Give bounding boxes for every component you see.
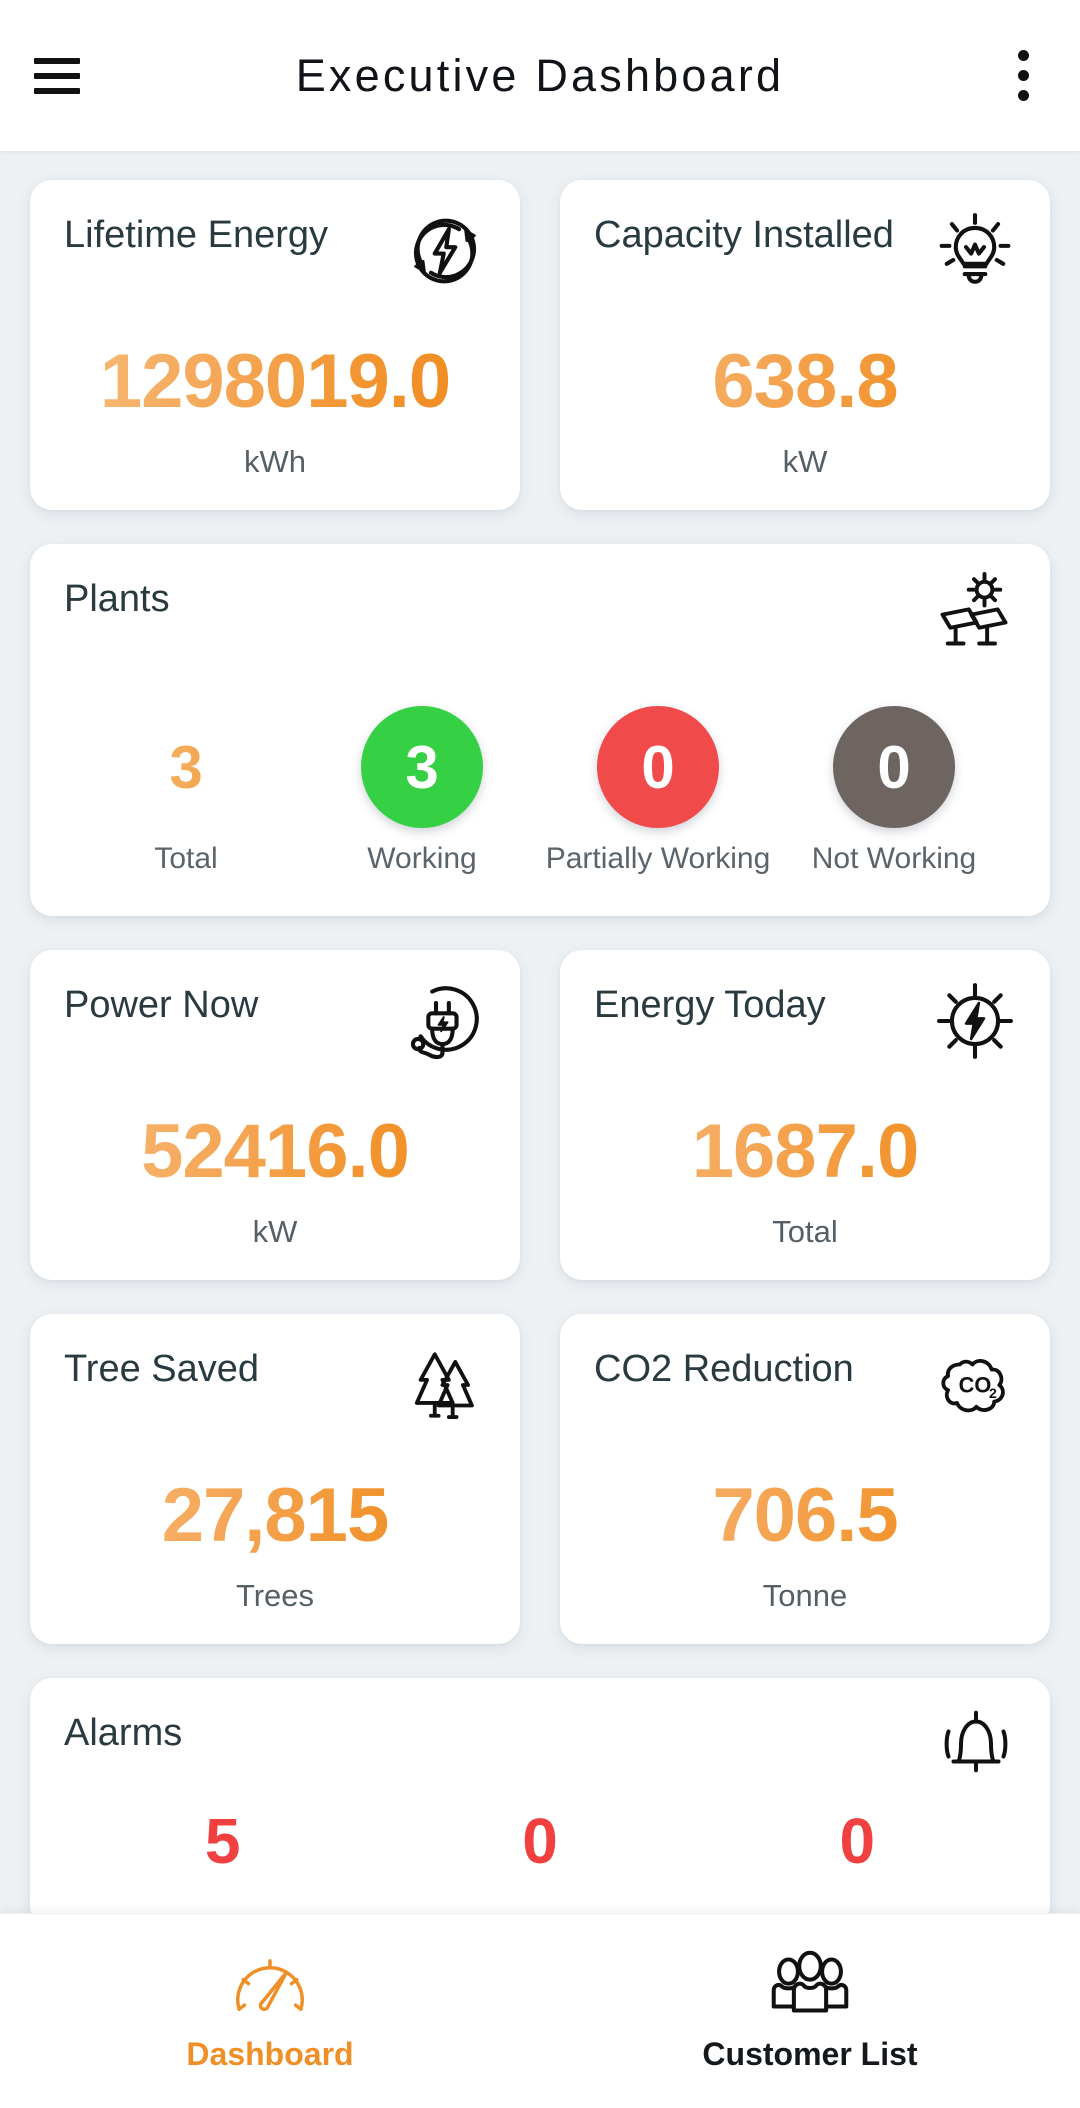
plants-stat-label: Working bbox=[367, 842, 477, 875]
plants-row: Plants 3 Total 3 Working 0 Partially Wor… bbox=[30, 544, 1050, 916]
card-header: Capacity Installed bbox=[594, 213, 1016, 292]
card-title: Tree Saved bbox=[64, 1348, 260, 1390]
card-value: 52416.0 bbox=[64, 1114, 486, 1190]
plants-stat-partially-working[interactable]: 0 Partially Working bbox=[540, 706, 776, 876]
nav-item-dashboard[interactable]: Dashboard bbox=[0, 1914, 540, 2108]
plants-stat-value: 0 bbox=[833, 706, 955, 828]
energy-bolt-cycle-icon bbox=[404, 210, 486, 292]
metric-row-1: Lifetime Energy 1298019.0 kWh Capacity I… bbox=[30, 180, 1050, 510]
card-header: Tree Saved bbox=[64, 1348, 486, 1426]
plants-stats: 3 Total 3 Working 0 Partially Working 0 … bbox=[64, 706, 1016, 882]
card-unit: kW bbox=[252, 1214, 298, 1249]
card-value: 1298019.0 bbox=[64, 344, 486, 420]
co2-cloud-icon: CO 2 bbox=[934, 1344, 1016, 1426]
app-header: Executive Dashboard bbox=[0, 0, 1080, 152]
bottom-navigation: Dashboard Customer List bbox=[0, 1913, 1080, 2108]
card-tree-saved[interactable]: Tree Saved 27,815 Trees bbox=[30, 1314, 520, 1644]
metric-row-3: Tree Saved 27,815 Trees CO2 Reduction CO… bbox=[30, 1314, 1050, 1644]
solar-panel-sun-icon bbox=[932, 570, 1016, 654]
dashboard-scroll-area[interactable]: Lifetime Energy 1298019.0 kWh Capacity I… bbox=[0, 152, 1080, 2108]
pine-trees-icon bbox=[404, 1344, 486, 1426]
app-root: Executive Dashboard Lifetime Energy 1298… bbox=[0, 0, 1080, 2108]
nav-label-customer-list: Customer List bbox=[702, 2035, 918, 2072]
card-value: 1687.0 bbox=[594, 1114, 1016, 1190]
power-plug-icon bbox=[404, 980, 486, 1062]
kebab-menu-icon[interactable] bbox=[1000, 45, 1046, 107]
hamburger-line bbox=[34, 72, 80, 79]
people-group-icon bbox=[767, 1950, 853, 2020]
card-header: Energy Today bbox=[594, 983, 1016, 1062]
card-title: Energy Today bbox=[594, 984, 826, 1026]
alarms-row: Alarms 5 0 0 bbox=[30, 1678, 1050, 1928]
nav-item-customer-list[interactable]: Customer List bbox=[540, 1914, 1080, 2108]
card-power-now[interactable]: Power Now 52416.0 kW bbox=[30, 950, 520, 1280]
alarm-value-minor: 0 bbox=[839, 1805, 876, 1877]
card-unit: Total bbox=[772, 1214, 838, 1249]
svg-text:CO: CO bbox=[959, 1373, 992, 1398]
plants-stat-not-working[interactable]: 0 Not Working bbox=[776, 706, 1012, 876]
card-title: Capacity Installed bbox=[594, 214, 894, 256]
card-capacity-installed[interactable]: Capacity Installed 638.8 kW bbox=[560, 180, 1050, 510]
alarms-values: 5 0 0 bbox=[64, 1805, 1016, 1877]
card-header: Lifetime Energy bbox=[64, 214, 486, 292]
card-unit: kW bbox=[782, 444, 828, 479]
card-unit: kWh bbox=[244, 444, 306, 479]
page-title: Executive Dashboard bbox=[295, 49, 785, 101]
card-value: 706.5 bbox=[594, 1478, 1016, 1554]
plants-stat-label: Partially Working bbox=[545, 842, 771, 875]
plants-stat-value: 3 bbox=[125, 706, 247, 828]
card-unit: Tonne bbox=[762, 1578, 848, 1613]
hamburger-menu-icon[interactable] bbox=[34, 52, 88, 100]
alarm-value-critical: 5 bbox=[204, 1805, 241, 1877]
kebab-dot bbox=[1017, 70, 1029, 81]
nav-label-dashboard: Dashboard bbox=[186, 2035, 354, 2072]
card-header: CO2 Reduction CO 2 bbox=[594, 1348, 1016, 1426]
card-title: Power Now bbox=[64, 984, 259, 1026]
lightbulb-icon bbox=[934, 210, 1016, 292]
card-value: 27,815 bbox=[64, 1478, 486, 1554]
plants-stat-value: 3 bbox=[361, 706, 483, 828]
svg-text:2: 2 bbox=[989, 1385, 997, 1401]
metric-row-2: Power Now 52416.0 kW Energy Today 1687.0… bbox=[30, 950, 1050, 1280]
plants-stat-label: Not Working bbox=[811, 842, 977, 875]
card-value: 638.8 bbox=[594, 344, 1016, 420]
hamburger-line bbox=[34, 87, 80, 94]
card-title: Alarms bbox=[64, 1712, 183, 1754]
card-plants[interactable]: Plants 3 Total 3 Working 0 Partially Wor… bbox=[30, 544, 1050, 916]
sun-bolt-icon bbox=[934, 980, 1016, 1062]
card-header: Alarms bbox=[64, 1710, 1016, 1784]
hamburger-line bbox=[34, 57, 80, 64]
kebab-dot bbox=[1017, 90, 1029, 101]
card-alarms[interactable]: Alarms 5 0 0 bbox=[30, 1678, 1050, 1928]
card-unit: Trees bbox=[235, 1578, 315, 1613]
card-lifetime-energy[interactable]: Lifetime Energy 1298019.0 kWh bbox=[30, 180, 520, 510]
plants-stat-label: Total bbox=[154, 842, 218, 875]
card-title: Plants bbox=[64, 578, 170, 620]
card-header: Power Now bbox=[64, 984, 486, 1062]
alarm-value-major: 0 bbox=[522, 1805, 558, 1877]
plants-stat-value: 0 bbox=[597, 706, 719, 828]
card-energy-today[interactable]: Energy Today 1687.0 Total bbox=[560, 950, 1050, 1280]
card-header: Plants bbox=[64, 571, 1016, 654]
plants-stat-working[interactable]: 3 Working bbox=[304, 706, 540, 876]
card-title: Lifetime Energy bbox=[64, 214, 329, 256]
plants-stat-total[interactable]: 3 Total bbox=[68, 706, 304, 876]
card-title: CO2 Reduction bbox=[594, 1348, 854, 1390]
bell-icon bbox=[936, 1704, 1016, 1784]
kebab-dot bbox=[1017, 50, 1029, 61]
card-co2-reduction[interactable]: CO2 Reduction CO 2 706.5 Tonne bbox=[560, 1314, 1050, 1644]
speedometer-icon bbox=[227, 1950, 313, 2020]
